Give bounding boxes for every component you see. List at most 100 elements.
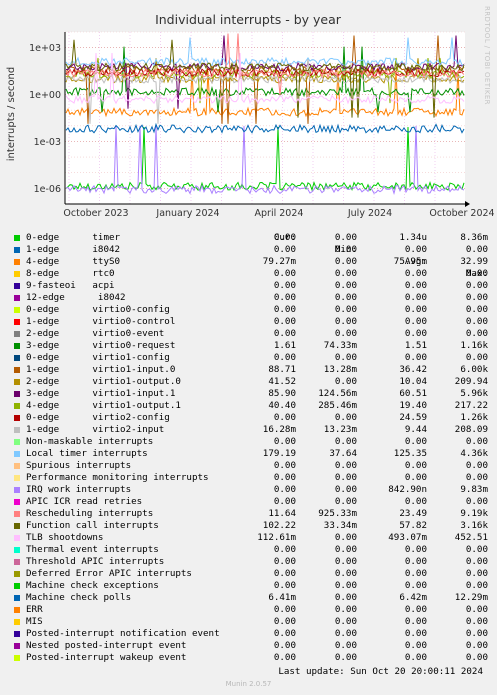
legend-series-name: 1-edge virtio1-input.0	[26, 364, 176, 375]
legend-cur-value: 0.00	[273, 412, 296, 423]
legend-avg-value: 0.00	[404, 604, 427, 615]
legend-series-name: Machine check exceptions	[26, 580, 159, 591]
legend-row: 2-edge virtio0-event 0.00 0.00 0.00 0.00	[14, 328, 494, 340]
legend-series-name: 8-edge rtc0	[26, 268, 115, 279]
legend-row: Function call interrupts 102.22 33.34m 57.8…	[14, 520, 494, 532]
legend-avg-value: 0.00	[404, 496, 427, 507]
legend-row: Posted-interrupt wakeup event 0.00 0.00 0.0…	[14, 652, 494, 664]
x-tick-label: October 2023	[63, 208, 128, 219]
legend-cur-value: 11.64	[268, 508, 296, 519]
legend-series-name: 2-edge virtio1-output.0	[26, 376, 181, 387]
legend-row: 8-edge rtc0 0.00 0.00 0.00 0.00	[14, 268, 494, 280]
legend-min-value: 0.00	[334, 580, 357, 591]
legend-max-value: 4.36k	[460, 448, 488, 459]
legend-swatch	[14, 643, 20, 649]
legend-avg-value: 10.04	[399, 376, 427, 387]
legend-series-name: Function call interrupts	[26, 520, 159, 531]
legend-series-name: Threshold APIC interrupts	[26, 556, 165, 567]
legend-rows: 0-edge timer 0.00 0.00 1.34u 8.36m 1-edge i80…	[14, 232, 494, 664]
legend-cur-value: 0.00	[273, 604, 296, 615]
legend-cur-value: 0.00	[273, 544, 296, 555]
legend-max-value: 12.29m	[454, 592, 488, 603]
legend-row: Spurious interrupts 0.00 0.00 0.00 0.00	[14, 460, 494, 472]
legend-swatch	[14, 259, 20, 265]
legend-cur-value: 179.19	[262, 448, 296, 459]
legend-avg-value: 9.44	[404, 424, 427, 435]
legend-avg-value: 1.34u	[399, 232, 427, 243]
legend-max-value: 1.26k	[460, 412, 488, 423]
legend-swatch	[14, 475, 20, 481]
legend-swatch	[14, 547, 20, 553]
legend-avg-value: 0.00	[404, 580, 427, 591]
legend-avg-value: 0.00	[404, 436, 427, 447]
legend-avg-value: 0.00	[404, 568, 427, 579]
legend-cur-value: 40.40	[268, 400, 296, 411]
y-axis-label: interrupts / second	[6, 67, 17, 161]
legend-swatch	[14, 559, 20, 565]
legend-cur-value: 0.00	[273, 280, 296, 291]
legend-max-value: 0.00	[465, 280, 488, 291]
legend-cur-value: 0.00	[273, 460, 296, 471]
legend-cur-value: 0.00	[273, 436, 296, 447]
legend-series-name: ERR	[26, 604, 43, 615]
legend-swatch	[14, 487, 20, 493]
legend-min-value: 37.64	[329, 448, 357, 459]
legend-cur-value: 0.00	[273, 268, 296, 279]
legend-min-value: 285.46m	[318, 400, 357, 411]
legend-min-value: 0.00	[334, 628, 357, 639]
legend-swatch	[14, 571, 20, 577]
legend-series-name: Posted-interrupt wakeup event	[26, 652, 187, 663]
legend-row: 4-edge ttyS0 79.27m 0.00 75.95m 32.99	[14, 256, 494, 268]
legend-min-value: 13.28m	[323, 364, 357, 375]
legend-min-value: 0.00	[334, 292, 357, 303]
legend-row: Rescheduling interrupts 11.64 925.33m 23.49…	[14, 508, 494, 520]
legend-series-name: 1-edge virtio0-control	[26, 316, 176, 327]
legend-row: 0-edge virtio0-config 0.00 0.00 0.00 0.00	[14, 304, 494, 316]
legend-cur-value: 88.71	[268, 364, 296, 375]
legend-row: 1-edge virtio0-control 0.00 0.00 0.00 0.00	[14, 316, 494, 328]
legend-min-value: 13.23m	[323, 424, 357, 435]
legend-series-name: Posted-interrupt notification event	[26, 628, 220, 639]
legend-avg-value: 36.42	[399, 364, 427, 375]
legend-min-value: 0.00	[334, 304, 357, 315]
legend-max-value: 0.00	[465, 268, 488, 279]
legend-avg-value: 0.00	[404, 628, 427, 639]
legend-cur-value: 79.27m	[262, 256, 296, 267]
legend-cur-value: 0.00	[273, 556, 296, 567]
legend-max-value: 0.00	[465, 652, 488, 663]
legend-series-name: 9-fasteoi acpi	[26, 280, 115, 291]
legend-row: Posted-interrupt notification event 0.00 0…	[14, 628, 494, 640]
legend-cur-value: 102.22	[262, 520, 296, 531]
legend-row: APIC ICR read retries 0.00 0.00 0.00 0.00	[14, 496, 494, 508]
legend-avg-value: 0.00	[404, 556, 427, 567]
legend-max-value: 9.19k	[460, 508, 488, 519]
legend-max-value: 0.00	[465, 496, 488, 507]
legend-row: 9-fasteoi acpi 0.00 0.00 0.00 0.00	[14, 280, 494, 292]
legend-min-value: 33.34m	[323, 520, 357, 531]
legend-swatch	[14, 247, 20, 253]
legend-avg-value: 0.00	[404, 544, 427, 555]
legend-row: 0-edge timer 0.00 0.00 1.34u 8.36m	[14, 232, 494, 244]
legend-swatch	[14, 379, 20, 385]
legend-swatch	[14, 523, 20, 529]
legend-swatch	[14, 607, 20, 613]
legend-swatch	[14, 655, 20, 661]
legend-max-value: 0.00	[465, 352, 488, 363]
legend-avg-value: 60.51	[399, 388, 427, 399]
legend-min-value: 0.00	[334, 616, 357, 627]
legend-swatch	[14, 499, 20, 505]
legend-avg-value: 0.00	[404, 268, 427, 279]
legend-swatch	[14, 619, 20, 625]
legend-row: 4-edge virtio1-output.1 40.40 285.46m 19.40…	[14, 400, 494, 412]
legend-cur-value: 0.00	[273, 304, 296, 315]
legend-series-name: 2-edge virtio0-event	[26, 328, 165, 339]
legend-max-value: 0.00	[465, 616, 488, 627]
legend-max-value: 0.00	[465, 556, 488, 567]
legend-series-name: 12-edge i8042	[26, 292, 126, 303]
legend-max-value: 0.00	[465, 304, 488, 315]
legend-series-name: 0-edge virtio1-config	[26, 352, 170, 363]
legend-avg-value: 0.00	[404, 328, 427, 339]
x-tick-label: October 2024	[429, 208, 494, 219]
legend-row: Non-maskable interrupts 0.00 0.00 0.00 0.00	[14, 436, 494, 448]
legend-swatch	[14, 391, 20, 397]
